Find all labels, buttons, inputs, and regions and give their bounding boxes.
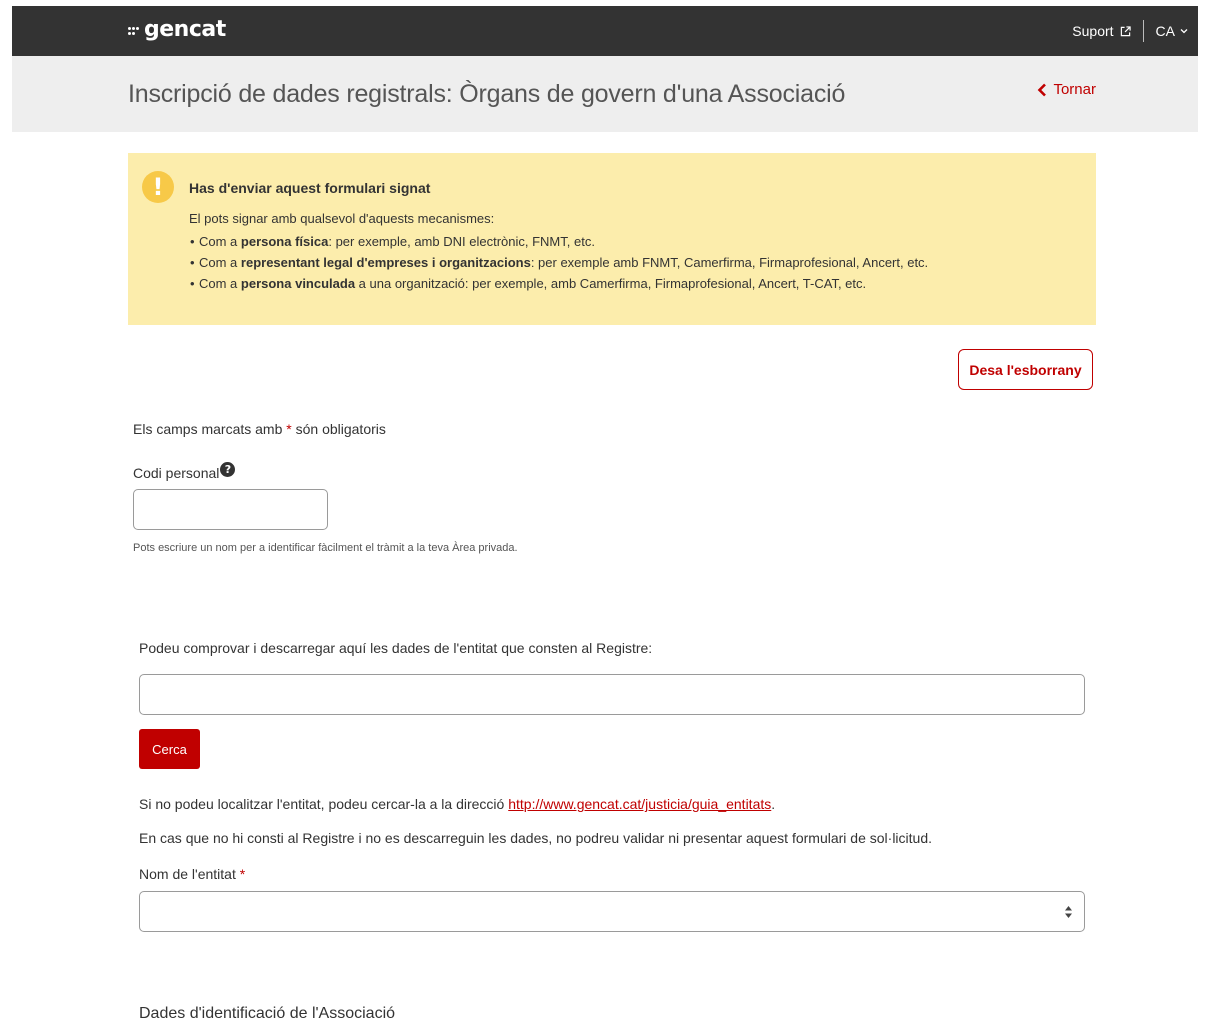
entity-guide-link[interactable]: http://www.gencat.cat/justicia/guia_enti… <box>508 796 771 812</box>
entity-name-label: Nom de l'entitat * <box>139 866 246 882</box>
language-label: CA <box>1155 23 1175 39</box>
alert-title: Has d'enviar aquest formulari signat <box>189 180 431 196</box>
alert-intro: El pots signar amb qualsevol d'aquests m… <box>189 211 495 226</box>
page-title: Inscripció de dades registrals: Òrgans d… <box>128 80 846 108</box>
help-icon[interactable]: ? <box>220 462 236 477</box>
personal-code-input[interactable] <box>133 489 328 530</box>
top-right-menu: Suport CA <box>1072 6 1188 56</box>
chevron-down-icon <box>1180 29 1188 34</box>
signature-alert: ! Has d'enviar aquest formulari signat E… <box>128 153 1096 325</box>
top-bar: gencat Suport CA <box>12 6 1198 56</box>
personal-code-label: Codi personal ? <box>133 462 236 481</box>
warning-icon: ! <box>142 171 174 203</box>
personal-code-hint: Pots escriure un nom per a identificar f… <box>133 542 518 554</box>
back-label: Tornar <box>1053 81 1096 98</box>
language-selector[interactable]: CA <box>1156 23 1188 39</box>
required-fields-note: Els camps marcats amb * són obligatoris <box>133 421 386 437</box>
support-link[interactable]: Suport <box>1072 23 1131 39</box>
search-button[interactable]: Cerca <box>139 729 200 769</box>
sort-arrows-icon <box>1065 906 1072 918</box>
search-prompt: Podeu comprovar i descarregar aquí les d… <box>139 640 653 656</box>
signature-methods-list: Com a persona física: per exemple, amb D… <box>189 231 928 294</box>
list-item: Com a representant legal d'empreses i or… <box>189 252 928 273</box>
entity-search-input[interactable] <box>139 674 1085 715</box>
external-link-icon <box>1120 25 1131 36</box>
registry-note: En cas que no hi consti al Registre i no… <box>139 830 932 846</box>
logo-text: gencat <box>144 16 226 42</box>
section-title: Dades d'identificació de l'Associació <box>139 1005 396 1022</box>
entity-name-select[interactable] <box>139 891 1085 932</box>
list-item: Com a persona física: per exemple, amb D… <box>189 231 928 252</box>
logo-dots-icon <box>128 24 142 38</box>
back-link[interactable]: Tornar <box>1037 81 1096 98</box>
save-draft-button[interactable]: Desa l'esborrany <box>958 349 1093 390</box>
chevron-left-icon <box>1038 83 1047 96</box>
locate-entity-text: Si no podeu localitzar l'entitat, podeu … <box>139 796 776 812</box>
divider <box>1142 20 1144 42</box>
gencat-logo[interactable]: gencat <box>128 14 226 44</box>
title-bar: Inscripció de dades registrals: Òrgans d… <box>12 56 1198 132</box>
support-label: Suport <box>1072 23 1114 39</box>
list-item: Com a persona vinculada a una organitzac… <box>189 273 928 294</box>
